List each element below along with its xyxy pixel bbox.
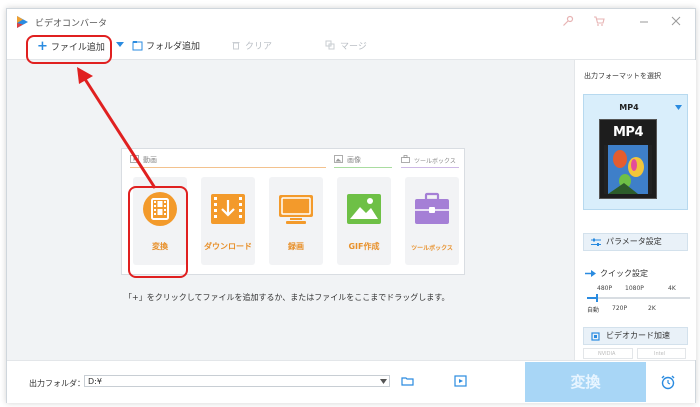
- annotation-arrow: [77, 67, 157, 189]
- quick-settings-icon: [585, 270, 596, 277]
- toolbox-section-icon: [401, 155, 410, 163]
- quality-2k: 2K: [648, 305, 656, 312]
- quality-4k: 4K: [668, 285, 676, 292]
- section-divider-toolbox: [401, 167, 459, 168]
- quality-480p: 480P: [597, 285, 613, 292]
- section-label-toolbox: ツールボックス: [414, 158, 456, 165]
- app-window: ビデオコンバータ + ファイル追加 フォルダ追加 クリア マージ 動画 画像 ツ…: [6, 8, 696, 403]
- open-folder-icon[interactable]: [401, 376, 414, 386]
- folder-icon: [132, 41, 143, 51]
- app-logo-icon: [17, 16, 28, 28]
- clear-button[interactable]: クリア: [231, 40, 272, 54]
- quality-720p: 720P: [612, 305, 628, 312]
- quality-slider-handle[interactable]: [596, 294, 598, 302]
- chevron-down-icon[interactable]: [380, 379, 387, 384]
- tile-gif[interactable]: GIF作成: [337, 177, 391, 265]
- app-title: ビデオコンバータ: [35, 19, 108, 29]
- section-divider-image: [334, 167, 392, 168]
- minimize-icon[interactable]: [637, 15, 651, 29]
- quick-settings-label: クイック設定: [600, 269, 648, 278]
- nvidia-option[interactable]: NVIDIA: [583, 348, 633, 359]
- screen-record-icon: [279, 195, 313, 224]
- download-icon: [211, 194, 245, 224]
- tile-record[interactable]: 録画: [269, 177, 323, 265]
- cart-icon[interactable]: [592, 15, 606, 29]
- gpu-chip-icon: [591, 332, 600, 341]
- drop-hint-text: 「+」をクリックしてファイルを追加するか、またはファイルをここまでドラッグします…: [124, 293, 450, 302]
- quality-auto: 自動: [587, 307, 600, 314]
- tile-toolbox[interactable]: ツールボックス: [405, 177, 459, 265]
- title-bar: ビデオコンバータ: [7, 9, 695, 35]
- alarm-clock-icon[interactable]: [660, 374, 676, 390]
- mp4-icon-text: MP4: [612, 125, 644, 140]
- highlight-convert-tile: [128, 186, 188, 278]
- clear-label: クリア: [245, 42, 273, 52]
- merge-icon: [325, 40, 335, 50]
- nvidia-label: NVIDIA: [598, 351, 616, 357]
- output-folder-path: D:¥: [88, 377, 102, 386]
- output-folder-label: 出力フォルダ：: [29, 379, 85, 388]
- add-file-dropdown[interactable]: [116, 39, 124, 53]
- parameter-settings-label: パラメータ設定: [606, 237, 662, 246]
- key-icon[interactable]: [561, 15, 575, 29]
- tile-download[interactable]: ダウンロード: [201, 177, 255, 265]
- merge-button[interactable]: マージ: [325, 40, 367, 54]
- balloon-image-icon: [604, 145, 652, 194]
- format-dropdown-icon: [675, 105, 682, 110]
- highlight-add-file: [26, 35, 112, 64]
- tile-label-record: 録画: [288, 242, 304, 251]
- tile-label-gif: GIF作成: [348, 242, 380, 251]
- gpu-acceleration-button[interactable]: ビデオカード加速: [583, 327, 688, 345]
- quality-1080p: 1080P: [625, 285, 644, 292]
- section-label-image: 画像: [347, 156, 361, 164]
- quality-slider-track[interactable]: [587, 294, 690, 302]
- format-selector[interactable]: MP4 MP4: [583, 94, 688, 210]
- sliders-icon: [591, 238, 601, 246]
- intel-label: Intel: [654, 351, 666, 357]
- gif-image-icon: [347, 194, 381, 224]
- gpu-acceleration-label: ビデオカード加速: [606, 331, 670, 340]
- add-folder-label: フォルダ追加: [146, 42, 201, 52]
- image-section-icon: [334, 155, 343, 163]
- chevron-down-icon: [116, 42, 124, 47]
- tile-label-download: ダウンロード: [204, 242, 252, 251]
- convert-button[interactable]: 変換: [525, 362, 646, 402]
- trash-icon: [232, 42, 240, 50]
- format-name: MP4: [619, 103, 639, 112]
- mp4-format-icon: MP4: [599, 119, 657, 199]
- output-folder-input[interactable]: D:¥: [84, 375, 390, 387]
- tile-label-toolbox: ツールボックス: [411, 245, 453, 252]
- close-icon[interactable]: [669, 15, 683, 29]
- parameter-settings-button[interactable]: パラメータ設定: [583, 233, 688, 251]
- intel-option[interactable]: Intel: [637, 348, 686, 359]
- output-format-title: 出力フォーマットを選択: [584, 72, 661, 80]
- merge-label: マージ: [340, 42, 367, 52]
- output-folder-browse-icon[interactable]: [454, 375, 467, 387]
- bottom-bar: 出力フォルダ： D:¥ 変換: [7, 360, 695, 403]
- output-format-panel: 出力フォーマットを選択 MP4 MP4 パラメータ設定 クイック設定 480P …: [574, 60, 696, 360]
- add-folder-button[interactable]: フォルダ追加: [132, 40, 200, 54]
- toolbox-icon: [415, 192, 449, 224]
